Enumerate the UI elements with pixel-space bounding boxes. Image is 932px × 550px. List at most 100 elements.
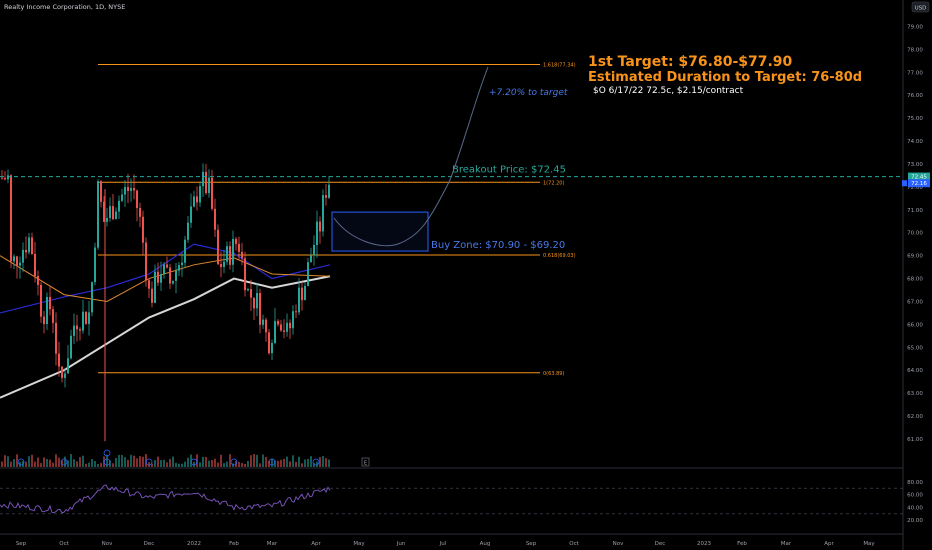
- candle-body: [133, 188, 135, 191]
- volume-bar: [154, 460, 156, 467]
- volume-bar: [115, 457, 117, 467]
- candle-body: [52, 309, 54, 323]
- volume-bar: [187, 457, 189, 467]
- candle-body: [316, 221, 318, 245]
- volume-bar: [166, 462, 168, 467]
- candle-body: [64, 373, 66, 378]
- volume-bar: [175, 462, 177, 467]
- volume-bar: [256, 454, 258, 467]
- volume-bar: [142, 456, 144, 467]
- volume-bar: [28, 456, 30, 467]
- candle-body: [169, 267, 171, 284]
- price-tick-label: 70.00: [907, 231, 923, 237]
- volume-bar: [34, 461, 36, 467]
- candle-body: [226, 246, 228, 262]
- time-tick-label: Dec: [655, 541, 666, 547]
- volume-bar: [289, 461, 291, 467]
- price-tick-label: 64.00: [907, 368, 923, 374]
- candle-body: [100, 181, 102, 202]
- candle-body: [28, 237, 30, 253]
- volume-bar: [130, 454, 132, 467]
- candle-body: [127, 187, 129, 191]
- volume-bar: [94, 461, 96, 467]
- currency-label: USD: [915, 6, 927, 12]
- volume-bar: [85, 463, 87, 467]
- candle-body: [310, 255, 312, 263]
- volume-bar: [208, 460, 210, 467]
- volume-bar: [250, 455, 252, 467]
- volume-bar: [112, 463, 114, 467]
- volume-bar: [10, 461, 12, 467]
- volume-bar: [133, 455, 135, 467]
- chart-canvas[interactable]: 61.00 62.00 63.00 64.00 65.00 66.00 67.00 68.00…: [0, 0, 932, 550]
- candle-body: [136, 190, 138, 209]
- candle-body: [250, 289, 252, 298]
- volume-bar: [88, 462, 90, 467]
- candle-body: [211, 177, 213, 209]
- price-tick-label: 63.00: [907, 391, 923, 397]
- time-tick-label: 2023: [697, 541, 711, 547]
- volume-bar: [127, 459, 129, 467]
- candle-body: [307, 262, 309, 286]
- volume-bar: [259, 463, 261, 467]
- candle-body: [154, 271, 156, 303]
- candle-body: [46, 296, 48, 325]
- volume-bar: [124, 457, 126, 467]
- candle-body: [82, 311, 84, 331]
- price-tick-label: 66.00: [907, 322, 923, 328]
- candle-body: [22, 249, 24, 263]
- volume-bar: [211, 460, 213, 467]
- volume-bar: [325, 458, 327, 467]
- volume-bar: [73, 459, 75, 467]
- candle-body: [265, 319, 267, 333]
- candle-body: [16, 256, 18, 266]
- volume-bar: [91, 459, 93, 467]
- candle-body: [37, 276, 39, 285]
- volume-bar: [307, 459, 309, 467]
- volume-bar: [238, 461, 240, 467]
- candle-body: [295, 311, 297, 313]
- volume-bar: [40, 463, 42, 467]
- volume-bar: [181, 463, 183, 467]
- candle-body: [232, 238, 234, 265]
- candle-body: [172, 280, 174, 284]
- candle-body: [151, 288, 153, 303]
- candle-body: [328, 184, 330, 198]
- volume-bar: [64, 456, 66, 467]
- volume-bar: [214, 458, 216, 467]
- volume-bar: [178, 463, 180, 467]
- volume-bar: [172, 456, 174, 467]
- price-tick-label: 62.00: [907, 414, 923, 420]
- time-tick-label: Nov: [102, 541, 113, 547]
- time-tick-label: Feb: [229, 541, 239, 547]
- price-badge-label: 72.16: [911, 181, 927, 187]
- time-tick-label: May: [353, 541, 365, 547]
- candle-body: [217, 229, 219, 265]
- volume-bar: [43, 457, 45, 467]
- candle-body: [25, 249, 27, 253]
- candle-body: [253, 297, 255, 309]
- fib-level-label: 0(63.89): [543, 371, 564, 377]
- rsi-tick-label: 60.00: [907, 493, 923, 499]
- candle-body: [79, 329, 81, 331]
- time-tick-label: Oct: [569, 541, 579, 547]
- candle-body: [58, 353, 60, 367]
- volume-bar: [58, 457, 60, 467]
- candle-body: [19, 262, 21, 266]
- time-tick-label: Jul: [439, 541, 447, 547]
- volume-bar: [157, 456, 159, 467]
- candle-body: [160, 274, 162, 283]
- price-tick-label: 74.00: [907, 139, 923, 145]
- candle-body: [70, 335, 72, 359]
- fib-level-label: 1(72.20): [543, 180, 564, 186]
- candle-body: [43, 316, 45, 325]
- candle-body: [208, 177, 210, 194]
- time-axis[interactable]: Sep Oct Nov Dec 2022 Feb Mar Apr May Jun Jul Aug Sep…: [16, 541, 876, 547]
- candle-body: [196, 196, 198, 203]
- candle-body: [322, 195, 324, 232]
- candle-body: [184, 239, 186, 263]
- candle-body: [223, 261, 225, 268]
- candle-body: [220, 264, 222, 268]
- candle-body: [7, 175, 9, 180]
- candle-body: [262, 319, 264, 325]
